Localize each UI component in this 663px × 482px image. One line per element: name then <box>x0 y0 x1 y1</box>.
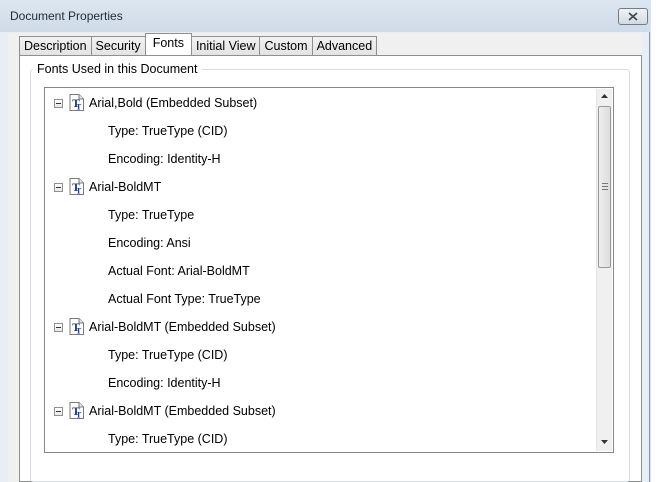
tab-fonts[interactable]: Fonts <box>144 33 192 55</box>
collapse-minus-icon[interactable] <box>54 407 63 416</box>
dialog-title: Document Properties <box>10 9 123 23</box>
font-detail-label: Encoding: Ansi <box>108 236 191 250</box>
tree-vertical-scrollbar[interactable] <box>596 89 612 451</box>
collapse-minus-icon[interactable] <box>54 183 63 192</box>
background-window-edge <box>651 0 663 482</box>
svg-text:T: T <box>76 187 82 196</box>
font-name-label: Arial-BoldMT (Embedded Subset) <box>89 320 276 334</box>
tree-detail-row[interactable]: Type: TrueType (CID) <box>45 341 595 369</box>
font-detail-label: Encoding: Identity-H <box>108 152 221 166</box>
tree-detail-row[interactable]: Type: TrueType (CID) <box>45 117 595 145</box>
collapse-minus-icon[interactable] <box>54 323 63 332</box>
close-icon <box>628 12 638 21</box>
scroll-grip-icon <box>602 183 608 192</box>
truetype-font-icon: TT <box>68 318 85 336</box>
tree-detail-row[interactable]: Type: TrueType (CID) <box>45 425 595 452</box>
close-button[interactable] <box>618 8 648 25</box>
truetype-font-icon: TT <box>68 94 85 112</box>
tab-description[interactable]: Description <box>19 36 92 55</box>
collapse-minus-icon[interactable] <box>54 99 63 108</box>
tree-detail-row[interactable]: Actual Font Type: TrueType <box>45 285 595 313</box>
tree-detail-row[interactable]: Encoding: Identity-H <box>45 369 595 397</box>
tree-font-node[interactable]: T T Arial,Bold (Embedded Subset) <box>45 89 595 117</box>
tab-advanced[interactable]: Advanced <box>311 36 378 55</box>
font-name-label: Arial,Bold (Embedded Subset) <box>89 96 258 110</box>
fonts-tree[interactable]: T T Arial,Bold (Embedded Subset) Type: True… <box>44 87 614 453</box>
scroll-down-button[interactable] <box>597 435 613 451</box>
tab-strip: Description Security Fonts Initial View Cust… <box>19 33 378 55</box>
font-detail-label: Actual Font: Arial-BoldMT <box>108 264 250 278</box>
tree-font-node[interactable]: T T Arial-BoldMT (Embedded Subset) <box>45 313 595 341</box>
scroll-down-arrow-icon <box>601 440 608 444</box>
font-detail-label: Type: TrueType (CID) <box>108 124 228 138</box>
title-bar[interactable]: Document Properties <box>0 0 650 32</box>
fonts-group-label: Fonts Used in this Document <box>33 62 202 76</box>
font-name-label: Arial-BoldMT <box>89 180 162 194</box>
tab-security[interactable]: Security <box>90 36 146 55</box>
tab-initial-view[interactable]: Initial View <box>190 36 261 55</box>
tree-detail-row[interactable]: Type: TrueType <box>45 201 595 229</box>
scroll-up-button[interactable] <box>597 89 613 105</box>
font-detail-label: Type: TrueType (CID) <box>108 432 228 446</box>
tab-custom[interactable]: Custom <box>259 36 313 55</box>
font-detail-label: Actual Font Type: TrueType <box>108 292 261 306</box>
tree-font-node[interactable]: T T Arial-BoldMT <box>45 173 595 201</box>
tree-font-node[interactable]: T T Arial-BoldMT (Embedded Subset) <box>45 397 595 425</box>
font-detail-label: Type: TrueType <box>108 208 195 222</box>
scroll-thumb[interactable] <box>598 106 611 268</box>
font-detail-label: Type: TrueType (CID) <box>108 348 228 362</box>
tree-detail-row[interactable]: Encoding: Ansi <box>45 229 595 257</box>
font-name-label: Arial-BoldMT (Embedded Subset) <box>89 404 276 418</box>
tree-detail-row[interactable]: Actual Font: Arial-BoldMT <box>45 257 595 285</box>
font-detail-label: Encoding: Identity-H <box>108 376 221 390</box>
truetype-font-icon: TT <box>68 178 85 196</box>
tree-detail-row[interactable]: Encoding: Identity-H <box>45 145 595 173</box>
svg-text:T: T <box>76 103 82 112</box>
truetype-font-icon: TT <box>68 402 85 420</box>
svg-text:T: T <box>76 327 82 336</box>
scroll-up-arrow-icon <box>601 94 608 98</box>
svg-text:T: T <box>76 411 82 420</box>
